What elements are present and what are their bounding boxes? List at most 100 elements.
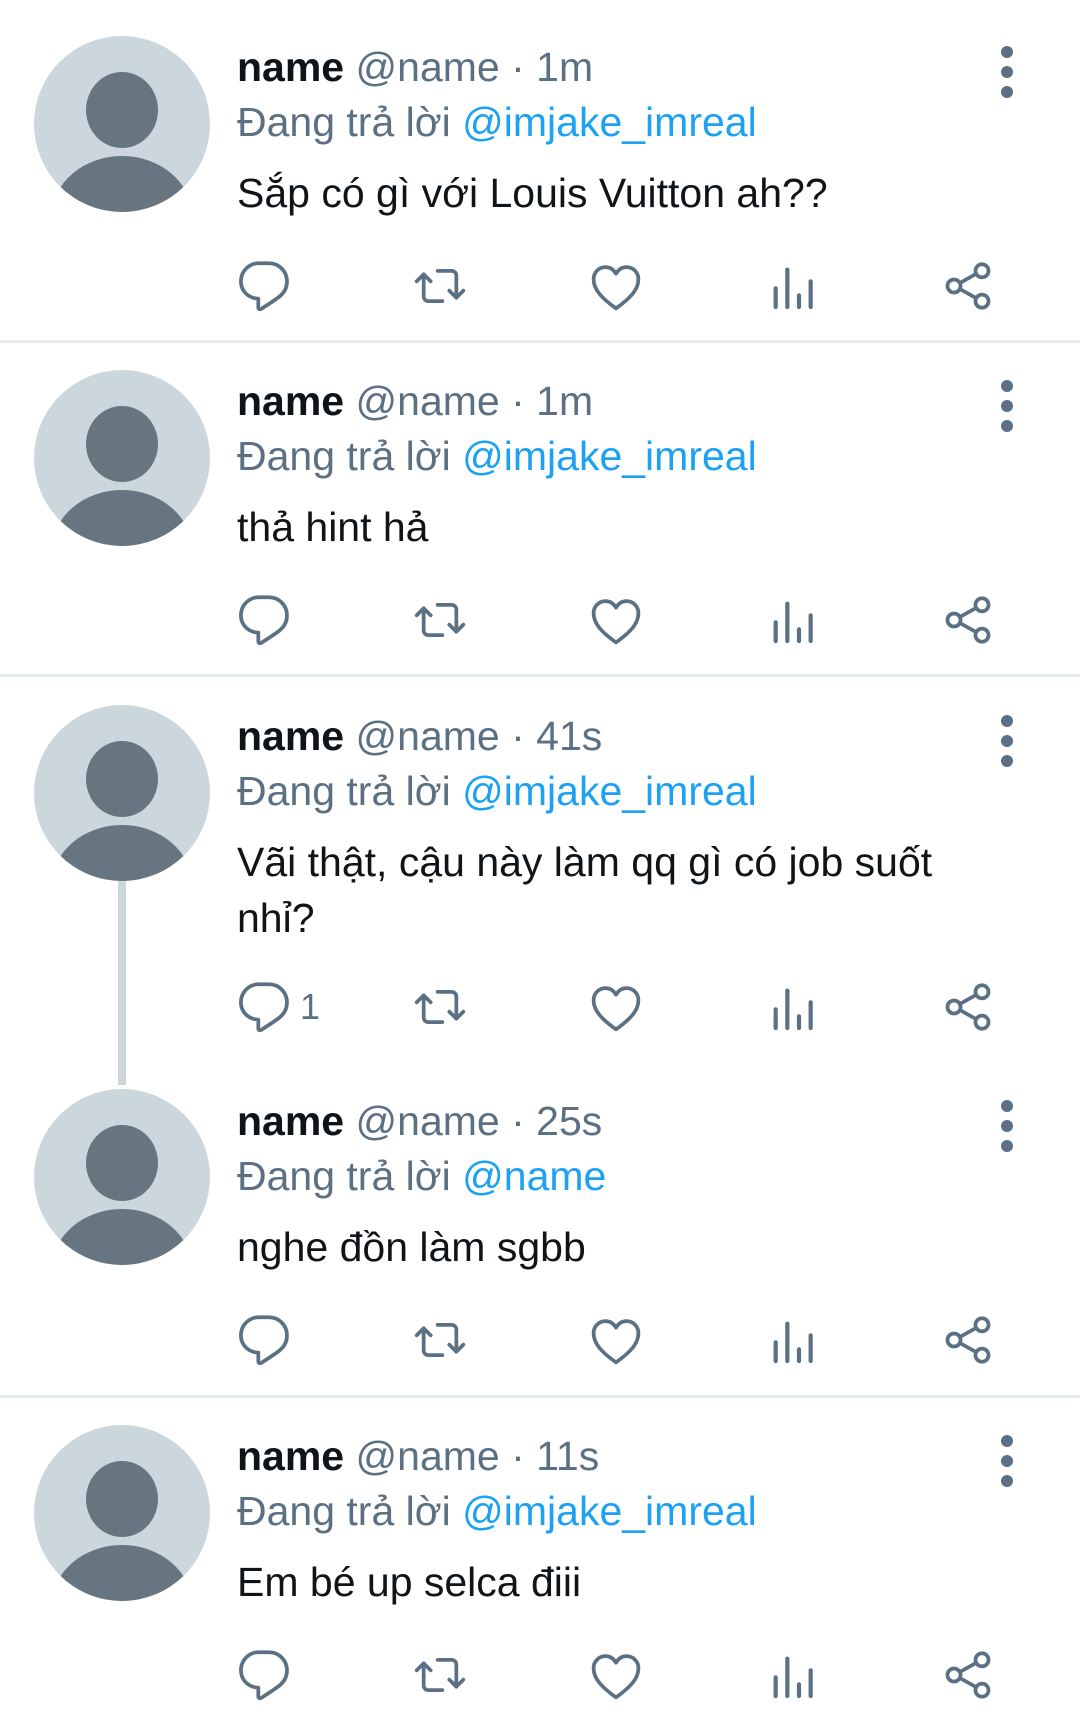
display-name[interactable]: name [237,1098,344,1144]
tweet[interactable]: name @name · 41s Đang trả lời @imjake_im… [0,669,1080,1054]
reply-icon [239,1650,289,1701]
heart-icon [591,265,641,311]
avatar[interactable] [34,705,210,881]
analytics-icon [773,1321,813,1364]
timestamp[interactable]: 41s [536,713,602,759]
separator: · [511,1098,525,1144]
display-name[interactable]: name [237,378,344,424]
handle[interactable]: @name [356,378,500,424]
tweet[interactable]: name @name · 1m Đang trả lời @imjake_imr… [0,334,1080,674]
analytics-icon [773,267,813,310]
avatar[interactable] [34,370,210,546]
share-icon [945,1316,991,1364]
analytics-icon [773,601,813,644]
share-button[interactable] [940,1310,996,1370]
timestamp[interactable]: 25s [536,1098,602,1144]
replying-to-mention[interactable]: @imjake_imreal [462,99,757,145]
tweet[interactable]: name @name · 11s Đang trả lời @imjake_im… [0,1389,1080,1724]
heart-icon [591,1319,641,1365]
retweet-button[interactable] [412,1310,468,1370]
analytics-button[interactable] [764,590,820,650]
retweet-icon [414,989,466,1025]
more-vertical-icon[interactable] [996,713,1020,769]
share-icon [945,1651,991,1699]
separator: · [511,713,525,759]
tweet-text: thả hint hả [237,504,429,550]
handle[interactable]: @name [356,713,500,759]
timestamp[interactable]: 1m [536,378,593,424]
analytics-icon [773,988,813,1031]
display-name[interactable]: name [237,713,344,759]
handle[interactable]: @name [356,1098,500,1144]
analytics-button[interactable] [764,1645,820,1705]
more-vertical-icon[interactable] [996,44,1020,100]
replying-prefix: Đang trả lời [237,99,451,145]
display-name[interactable]: name [237,44,344,90]
heart-icon [591,986,641,1032]
tweet-actions [0,256,1080,316]
tweet-text: Sắp có gì với Louis Vuitton ah?? [237,170,828,216]
tweet-header: name @name · 1m [237,377,593,425]
timestamp[interactable]: 1m [536,44,593,90]
analytics-button[interactable] [764,977,820,1037]
retweet-icon [414,602,466,638]
like-button[interactable] [588,256,644,316]
more-vertical-icon[interactable] [996,1433,1020,1489]
reply-button[interactable] [236,590,300,650]
reply-button[interactable]: 1 [236,977,320,1037]
share-button[interactable] [940,1645,996,1705]
share-button[interactable] [940,590,996,650]
share-button[interactable] [940,256,996,316]
reply-button[interactable] [236,1645,300,1705]
retweet-button[interactable] [412,977,468,1037]
tweet-text: Vãi thật, cậu này làm qq gì có job suốt … [237,839,933,941]
handle[interactable]: @name [356,1433,500,1479]
like-button[interactable] [588,1645,644,1705]
replying-prefix: Đang trả lời [237,768,451,814]
more-vertical-icon[interactable] [996,378,1020,434]
tweet[interactable]: name @name · 25s Đang trả lời @name nghe… [0,1054,1080,1396]
retweet-button[interactable] [412,1645,468,1705]
handle[interactable]: @name [356,44,500,90]
like-button[interactable] [588,590,644,650]
avatar[interactable] [34,1089,210,1265]
tweet-header: name @name · 41s [237,712,602,760]
retweet-button[interactable] [412,256,468,316]
timestamp[interactable]: 11s [536,1433,599,1479]
tweet-actions: 1 [0,977,1080,1037]
retweet-icon [414,1657,466,1693]
replying-to-mention[interactable]: @imjake_imreal [462,1488,757,1534]
tweet-actions [0,1310,1080,1370]
separator: · [511,378,525,424]
like-button[interactable] [588,1310,644,1370]
avatar[interactable] [34,1425,210,1601]
tweet-header: name @name · 11s [237,1432,599,1480]
replying-to-line: Đang trả lời @imjake_imreal [237,98,757,146]
analytics-button[interactable] [764,256,820,316]
tweet-actions [0,590,1080,650]
reply-icon [239,1315,289,1366]
replying-to-line: Đang trả lời @imjake_imreal [237,767,757,815]
replying-to-mention[interactable]: @name [462,1153,606,1199]
reply-icon [239,982,289,1033]
analytics-button[interactable] [764,1310,820,1370]
tweet-text: nghe đồn làm sgbb [237,1224,586,1270]
share-icon [945,596,991,644]
replying-to-mention[interactable]: @imjake_imreal [462,768,757,814]
share-icon [945,262,991,310]
more-vertical-icon[interactable] [996,1098,1020,1154]
share-button[interactable] [940,977,996,1037]
tweet-header: name @name · 25s [237,1097,602,1145]
replying-to-mention[interactable]: @imjake_imreal [462,433,757,479]
heart-icon [591,1654,641,1700]
display-name[interactable]: name [237,1433,344,1479]
tweet-header: name @name · 1m [237,43,593,91]
tweet[interactable]: name @name · 1m Đang trả lời @imjake_imr… [0,0,1080,340]
like-button[interactable] [588,977,644,1037]
reply-button[interactable] [236,256,300,316]
avatar[interactable] [34,36,210,212]
reply-icon [239,595,289,646]
reply-button[interactable] [236,1310,300,1370]
retweet-button[interactable] [412,590,468,650]
heart-icon [591,599,641,645]
